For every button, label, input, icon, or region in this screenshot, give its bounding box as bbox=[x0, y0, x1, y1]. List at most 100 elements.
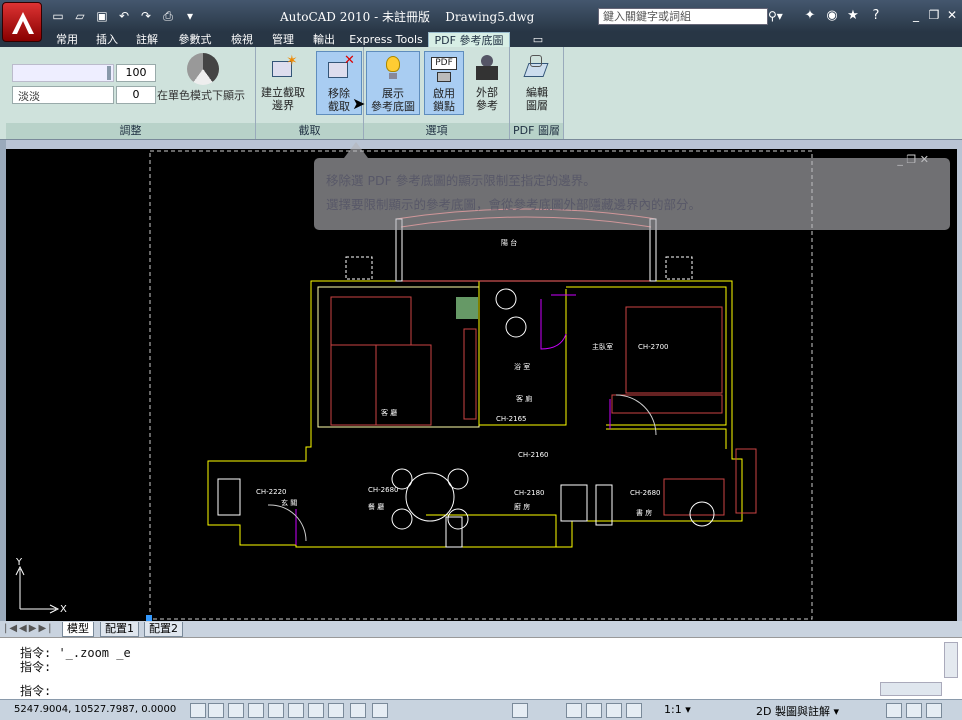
external-references-button[interactable]: 外部 參考 bbox=[466, 51, 508, 115]
layout-tab-bar: |◀◀▶▶| 模型 配置1 配置2 bbox=[0, 621, 962, 637]
snap-icon[interactable] bbox=[190, 703, 206, 718]
tab-home[interactable]: 常用 bbox=[50, 32, 84, 47]
tab-pdf-underlay[interactable]: PDF 參考底圖 bbox=[428, 32, 510, 47]
minimize-icon[interactable]: _ bbox=[906, 6, 926, 24]
ducs-icon[interactable] bbox=[308, 703, 324, 718]
plan-label: 陽 台 bbox=[501, 238, 517, 247]
enable-snap-button[interactable]: PDF 啟用 鎖點 bbox=[424, 51, 464, 115]
layers-icon bbox=[522, 53, 552, 83]
pdf-layers-panel: 編輯 圖層 PDF 圖層 bbox=[510, 47, 564, 139]
save-icon[interactable]: ▣ bbox=[92, 8, 112, 25]
plan-label: 餐 廳 bbox=[368, 502, 384, 511]
search-input[interactable]: 鍵入關鍵字或詞組 bbox=[598, 8, 768, 25]
pdf-snap-icon: PDF bbox=[429, 54, 459, 84]
favorites-star-icon[interactable]: ★ bbox=[843, 7, 863, 25]
quick-properties-icon[interactable] bbox=[372, 703, 388, 718]
create-clip-button[interactable]: ✶ 建立截取 邊界 bbox=[260, 51, 306, 115]
otrack-icon[interactable] bbox=[288, 703, 304, 718]
application-menu-button[interactable] bbox=[2, 2, 42, 42]
steering-wheel-icon[interactable] bbox=[606, 703, 622, 718]
ucs-x-label: X bbox=[60, 604, 67, 615]
clip-panel: ✶ 建立截取 邊界 ✕ 移除 截取 截取 bbox=[256, 47, 364, 139]
adjust-panel-title: 調整 bbox=[6, 123, 255, 139]
close-icon[interactable]: ✕ bbox=[942, 6, 962, 24]
options-panel-title: 選項 bbox=[364, 123, 509, 139]
grid-icon[interactable] bbox=[208, 703, 224, 718]
plan-label: 書 房 bbox=[636, 508, 652, 517]
help-icon[interactable]: ? bbox=[866, 7, 886, 25]
model-space-icon[interactable] bbox=[512, 703, 528, 718]
binoculars-icon[interactable]: ⚲▾ bbox=[768, 8, 798, 25]
tab-manage[interactable]: 管理 bbox=[266, 32, 300, 47]
open-icon[interactable]: ▱ bbox=[70, 8, 90, 25]
dyn-icon[interactable] bbox=[328, 703, 344, 718]
command-history-2: 指令: bbox=[20, 660, 52, 674]
print-icon[interactable]: ⎙ bbox=[158, 8, 178, 25]
command-prompt[interactable]: 指令: bbox=[20, 682, 51, 699]
showmotion-icon[interactable] bbox=[626, 703, 642, 718]
status-menu-icon[interactable] bbox=[906, 703, 922, 718]
ribbon-tabs: 常用 插入 註解 參數式 檢視 管理 輸出 Express Tools PDF … bbox=[0, 32, 962, 47]
window-title: AutoCAD 2010 - 未註冊版 Drawing5.dwg bbox=[280, 10, 535, 24]
quick-access-toolbar: ▭ ▱ ▣ ↶ ↷ ⎙ ▾ bbox=[48, 8, 200, 25]
layout-tab-model[interactable]: 模型 bbox=[62, 622, 94, 637]
contrast-value[interactable]: 100 bbox=[116, 64, 156, 82]
polar-icon[interactable] bbox=[248, 703, 264, 718]
ucs-y-label: Y bbox=[15, 557, 23, 568]
layout-tab-layout1[interactable]: 配置1 bbox=[100, 622, 139, 637]
tab-view[interactable]: 檢視 bbox=[225, 32, 259, 47]
osnap-icon[interactable] bbox=[268, 703, 284, 718]
fade-value[interactable]: 0 bbox=[116, 86, 156, 104]
plan-label: 廚 房 bbox=[514, 502, 530, 511]
tab-annotate[interactable]: 註解 bbox=[130, 32, 164, 47]
plan-label: CH-2700 bbox=[638, 343, 669, 351]
restore-icon[interactable]: ❐ bbox=[924, 6, 944, 24]
new-icon[interactable]: ▭ bbox=[48, 8, 68, 25]
undo-icon[interactable]: ↶ bbox=[114, 8, 134, 25]
clean-screen-icon[interactable] bbox=[926, 703, 942, 718]
ribbon-panel: 對比 100 淡淡 0 在單色模式下顯示 調整 ✶ 建立截取 邊界 ✕ 移除 截… bbox=[0, 47, 962, 140]
dropdown-icon[interactable]: ▾ bbox=[180, 8, 200, 25]
external-reference-icon bbox=[472, 53, 502, 83]
lightbulb-icon bbox=[378, 54, 408, 84]
options-panel: 展示 參考底圖 PDF 啟用 鎖點 外部 參考 選項 bbox=[364, 47, 510, 139]
tab-parametric[interactable]: 參數式 bbox=[170, 32, 220, 47]
zoom-icon[interactable] bbox=[586, 703, 602, 718]
lock-icon[interactable] bbox=[886, 703, 902, 718]
tab-insert[interactable]: 插入 bbox=[90, 32, 124, 47]
tooltip-arrow bbox=[344, 142, 368, 158]
plan-label: 主臥室 bbox=[592, 342, 613, 351]
command-hscroll[interactable] bbox=[880, 682, 942, 696]
pdf-layers-panel-title: PDF 圖層 bbox=[510, 123, 563, 139]
subscription-icon[interactable]: ✦ bbox=[800, 7, 820, 25]
redo-icon[interactable]: ↷ bbox=[136, 8, 156, 25]
ribbon-minimize-icon[interactable]: ▭ bbox=[528, 32, 548, 47]
tab-scroll-arrows[interactable]: |◀◀▶▶| bbox=[4, 623, 54, 634]
tab-output[interactable]: 輸出 bbox=[307, 32, 341, 47]
ortho-icon[interactable] bbox=[228, 703, 244, 718]
tab-express-tools[interactable]: Express Tools bbox=[348, 32, 424, 47]
create-clip-icon: ✶ bbox=[268, 53, 298, 83]
command-window[interactable]: 指令: '_.zoom _e 指令: 指令: bbox=[0, 637, 962, 699]
edit-layers-button[interactable]: 編輯 圖層 bbox=[514, 51, 560, 115]
title-bar: ▭ ▱ ▣ ↶ ↷ ⎙ ▾ AutoCAD 2010 - 未註冊版 Drawin… bbox=[0, 0, 962, 42]
workspace-switch[interactable]: 2D 製圖與註解 ▾ bbox=[756, 703, 839, 719]
plan-label: CH-2680 bbox=[630, 489, 661, 497]
pan-icon[interactable] bbox=[566, 703, 582, 718]
layout-tab-layout2[interactable]: 配置2 bbox=[144, 622, 183, 637]
coordinates-readout: 5247.9004, 10527.7987, 0.0000 bbox=[14, 704, 177, 715]
annotation-scale[interactable]: 1:1 ▾ bbox=[664, 703, 691, 716]
command-scrollbar[interactable] bbox=[944, 642, 958, 678]
tooltip-line-1: 移除選 PDF 參考底圖的顯示限制至指定的邊界。 bbox=[326, 173, 596, 188]
communication-icon[interactable]: ◉ bbox=[822, 7, 842, 25]
contrast-slider[interactable] bbox=[12, 64, 114, 82]
fade-label: 淡淡 bbox=[18, 90, 40, 103]
plan-label: CH-2165 bbox=[496, 415, 527, 423]
monochrome-label[interactable]: 在單色模式下顯示 bbox=[157, 87, 245, 103]
monochrome-icon[interactable] bbox=[187, 53, 219, 85]
show-underlay-button[interactable]: 展示 參考底圖 bbox=[366, 51, 420, 115]
plan-label: CH-2180 bbox=[514, 489, 545, 497]
tooltip: 移除選 PDF 參考底圖的顯示限制至指定的邊界。 選擇要限制顯示的參考底圖，會從… bbox=[314, 158, 950, 230]
lineweight-icon[interactable] bbox=[350, 703, 366, 718]
plan-label: 客 廳 bbox=[381, 408, 397, 417]
